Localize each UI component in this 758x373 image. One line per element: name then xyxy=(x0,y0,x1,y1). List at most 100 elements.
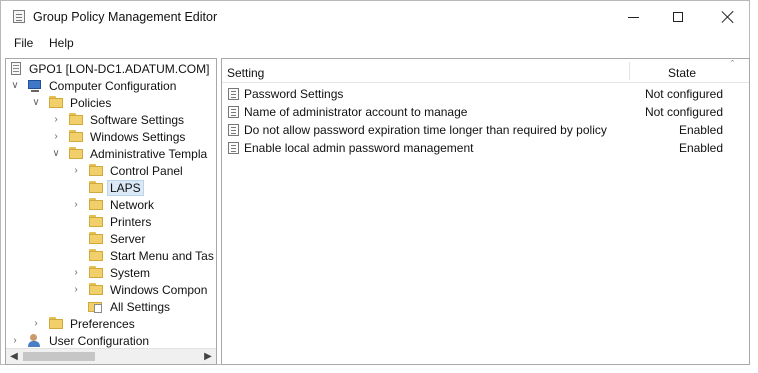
console-tree: GPO1 [LON-DC1.ADATUM.COM] ∨ Computer Con… xyxy=(5,58,217,365)
tree-item-label: Administrative Templa xyxy=(90,147,208,161)
tree-item-label: Software Settings xyxy=(90,113,185,127)
scrollbar-thumb[interactable] xyxy=(23,352,95,361)
folder-icon xyxy=(48,96,64,110)
tree-item-network[interactable]: › Network xyxy=(6,197,216,214)
folder-icon xyxy=(68,113,84,127)
title-bar[interactable]: Group Policy Management Editor xyxy=(1,1,749,31)
tree-item-label: Printers xyxy=(110,215,152,229)
column-header-setting[interactable]: Setting xyxy=(227,66,264,80)
tree-item-laps[interactable]: LAPS xyxy=(6,180,216,197)
column-divider[interactable] xyxy=(629,62,630,80)
tree-item-label: Computer Configuration xyxy=(49,79,177,93)
folder-icon xyxy=(88,283,104,297)
column-header-state[interactable]: State xyxy=(668,66,696,80)
tree-item-policies[interactable]: ∨ Policies xyxy=(6,95,216,112)
tree-item-label: Start Menu and Tas xyxy=(110,249,214,263)
setting-state: Not configured xyxy=(644,105,723,119)
scroll-right-arrow-icon[interactable]: ▶ xyxy=(201,350,215,364)
setting-name: Password Settings xyxy=(244,87,344,101)
setting-row[interactable]: Enable local admin password management E… xyxy=(222,139,749,157)
tree-item-start-menu[interactable]: Start Menu and Tas xyxy=(6,248,216,265)
collapsed-chevron-icon[interactable]: › xyxy=(71,165,81,177)
tree-item-software-settings[interactable]: › Software Settings xyxy=(6,112,216,129)
setting-state: Enabled xyxy=(678,141,723,155)
expanded-chevron-icon[interactable]: ∨ xyxy=(51,148,61,160)
menu-file[interactable]: File xyxy=(14,36,33,50)
setting-row[interactable]: Do not allow password expiration time lo… xyxy=(222,121,749,139)
tree-item-system[interactable]: › System xyxy=(6,265,216,282)
expanded-chevron-icon[interactable]: ∨ xyxy=(10,80,20,92)
tree-item-administrative-templates[interactable]: ∨ Administrative Templa xyxy=(6,146,216,163)
collapsed-chevron-icon[interactable]: › xyxy=(71,199,81,211)
tree-item-label: Windows Settings xyxy=(90,130,186,144)
tree-item-label: Windows Compon xyxy=(110,283,208,297)
tree-item-label: LAPS xyxy=(107,180,144,196)
setting-row[interactable]: Password Settings Not configured xyxy=(222,85,749,103)
setting-state: Enabled xyxy=(678,123,723,137)
tree-item-label: Preferences xyxy=(70,317,135,331)
collapsed-chevron-icon[interactable]: › xyxy=(51,131,61,143)
minimize-button[interactable] xyxy=(615,5,651,29)
tree-item-computer-configuration[interactable]: ∨ Computer Configuration xyxy=(6,78,216,95)
tree-item-label: Control Panel xyxy=(110,164,183,178)
all-settings-icon xyxy=(88,300,104,314)
tree-item-label: System xyxy=(110,266,151,280)
folder-icon xyxy=(88,249,104,263)
tree-item-gpo1[interactable]: GPO1 [LON-DC1.ADATUM.COM] xyxy=(6,61,216,78)
user-icon xyxy=(27,334,43,348)
gpo-icon xyxy=(9,62,25,76)
setting-row[interactable]: Name of administrator account to manage … xyxy=(222,103,749,121)
computer-icon xyxy=(27,79,43,93)
setting-state: Not configured xyxy=(644,87,723,101)
collapsed-chevron-icon[interactable]: › xyxy=(31,318,41,330)
maximize-button[interactable] xyxy=(660,5,696,29)
tree-item-label: Server xyxy=(110,232,146,246)
tree-item-label: GPO1 [LON-DC1.ADATUM.COM] xyxy=(29,62,210,76)
policy-setting-icon xyxy=(228,124,239,136)
policy-setting-icon xyxy=(228,142,239,154)
setting-name: Name of administrator account to manage xyxy=(244,105,468,119)
tree-item-label: Network xyxy=(110,198,155,212)
folder-icon xyxy=(88,232,104,246)
collapsed-chevron-icon[interactable]: › xyxy=(51,114,61,126)
column-header-row: Setting State ˆ xyxy=(222,59,749,83)
menu-bar: File Help xyxy=(1,33,749,53)
collapsed-chevron-icon[interactable]: › xyxy=(71,284,81,296)
menu-help[interactable]: Help xyxy=(49,36,74,50)
folder-icon xyxy=(48,317,64,331)
sort-chevron-icon: ˆ xyxy=(731,59,734,69)
policy-document-icon xyxy=(13,10,25,23)
tree-item-windows-settings[interactable]: › Windows Settings xyxy=(6,129,216,146)
collapsed-chevron-icon[interactable]: › xyxy=(71,267,81,279)
horizontal-scrollbar[interactable]: ◀ ▶ xyxy=(6,348,216,364)
tree-item-label: All Settings xyxy=(110,300,171,314)
setting-name: Enable local admin password management xyxy=(244,141,474,155)
maximize-icon xyxy=(673,12,683,22)
folder-icon xyxy=(88,266,104,280)
collapsed-chevron-icon[interactable]: › xyxy=(10,335,20,347)
minimize-icon xyxy=(627,16,639,18)
tree-item-printers[interactable]: Printers xyxy=(6,214,216,231)
close-icon xyxy=(721,10,735,24)
window-title: Group Policy Management Editor xyxy=(33,10,218,24)
tree-item-preferences[interactable]: › Preferences xyxy=(6,316,216,333)
folder-icon xyxy=(88,198,104,212)
setting-name: Do not allow password expiration time lo… xyxy=(244,123,607,137)
folder-icon xyxy=(68,147,84,161)
settings-pane: Setting State ˆ Password Settings Not co… xyxy=(221,58,750,365)
scroll-left-arrow-icon[interactable]: ◀ xyxy=(7,350,21,364)
tree-item-windows-components[interactable]: › Windows Compon xyxy=(6,282,216,299)
policy-setting-icon xyxy=(228,88,239,100)
folder-icon xyxy=(88,215,104,229)
policy-setting-icon xyxy=(228,106,239,118)
tree-item-control-panel[interactable]: › Control Panel xyxy=(6,163,216,180)
folder-icon xyxy=(68,130,84,144)
expanded-chevron-icon[interactable]: ∨ xyxy=(31,97,41,109)
tree-item-server[interactable]: Server xyxy=(6,231,216,248)
folder-icon xyxy=(88,164,104,178)
tree-item-label: Policies xyxy=(70,96,112,110)
close-button[interactable] xyxy=(710,5,746,29)
folder-icon xyxy=(88,181,104,195)
tree-item-label: User Configuration xyxy=(49,334,150,348)
tree-item-all-settings[interactable]: All Settings xyxy=(6,299,216,316)
